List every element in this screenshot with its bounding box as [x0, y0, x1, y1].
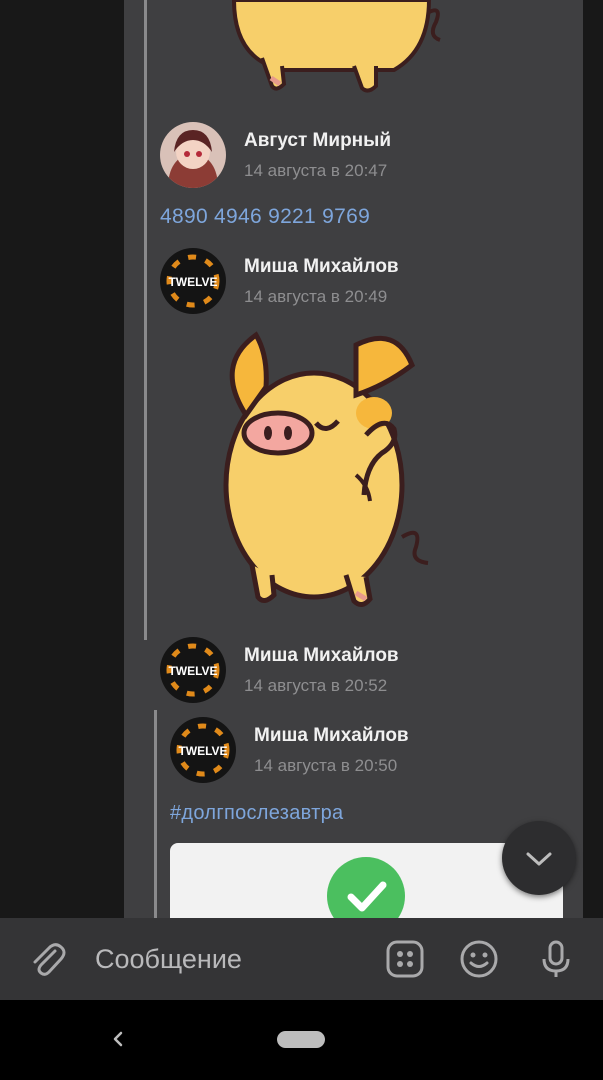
- message-time: 14 августа в 20:49: [244, 287, 388, 306]
- chat-panel[interactable]: Август Мирный 14 августа в 20:47 4890 49…: [124, 0, 583, 918]
- message-time: 14 августа в 20:50: [254, 756, 398, 775]
- message-header: TWELVE Миша Михайлов 14 августа в 20:52: [160, 637, 560, 707]
- attach-icon[interactable]: [25, 937, 69, 981]
- thread-line: [144, 0, 147, 640]
- message-header: Август Мирный 14 августа в 20:47: [160, 122, 560, 192]
- mic-icon[interactable]: [534, 937, 578, 981]
- author-name[interactable]: Миша Михайлов: [244, 645, 399, 667]
- svg-text:TWELVE: TWELVE: [168, 664, 217, 678]
- hashtag-link[interactable]: #долгпослезавтра: [170, 802, 343, 825]
- avatar[interactable]: TWELVE: [160, 248, 226, 314]
- avatar[interactable]: [160, 122, 226, 188]
- message-header: TWELVE Миша Михайлов 14 августа в 20:49: [160, 248, 560, 318]
- sticker-icon[interactable]: [383, 937, 427, 981]
- avatar[interactable]: TWELVE: [160, 637, 226, 703]
- message-composer: Сообщение: [0, 918, 603, 1000]
- svg-text:TWELVE: TWELVE: [178, 744, 227, 758]
- right-backdrop: [583, 0, 603, 918]
- author-name[interactable]: Август Мирный: [244, 130, 391, 152]
- message-time: 14 августа в 20:47: [244, 161, 388, 180]
- left-backdrop: [0, 0, 124, 918]
- author-name[interactable]: Миша Михайлов: [254, 725, 409, 747]
- message-text[interactable]: 4890 4946 9221 9769: [160, 205, 370, 229]
- chevron-down-icon: [526, 852, 552, 866]
- emoji-icon[interactable]: [457, 937, 501, 981]
- home-pill[interactable]: [277, 1031, 325, 1048]
- message-input[interactable]: Сообщение: [95, 944, 242, 975]
- svg-text:TWELVE: TWELVE: [168, 275, 217, 289]
- forwarded-header: TWELVE Миша Михайлов 14 августа в 20:50: [170, 717, 560, 787]
- avatar[interactable]: TWELVE: [170, 717, 236, 783]
- check-icon: [327, 857, 405, 918]
- scroll-down-button[interactable]: [502, 821, 576, 895]
- author-name[interactable]: Миша Михайлов: [244, 256, 399, 278]
- back-icon[interactable]: [104, 1024, 134, 1054]
- pig-sticker-partial[interactable]: [214, 0, 444, 100]
- forward-line: [154, 710, 157, 918]
- message-time: 14 августа в 20:52: [244, 676, 388, 695]
- system-nav-bar: [0, 1000, 603, 1080]
- pig-wave-sticker[interactable]: [206, 325, 436, 615]
